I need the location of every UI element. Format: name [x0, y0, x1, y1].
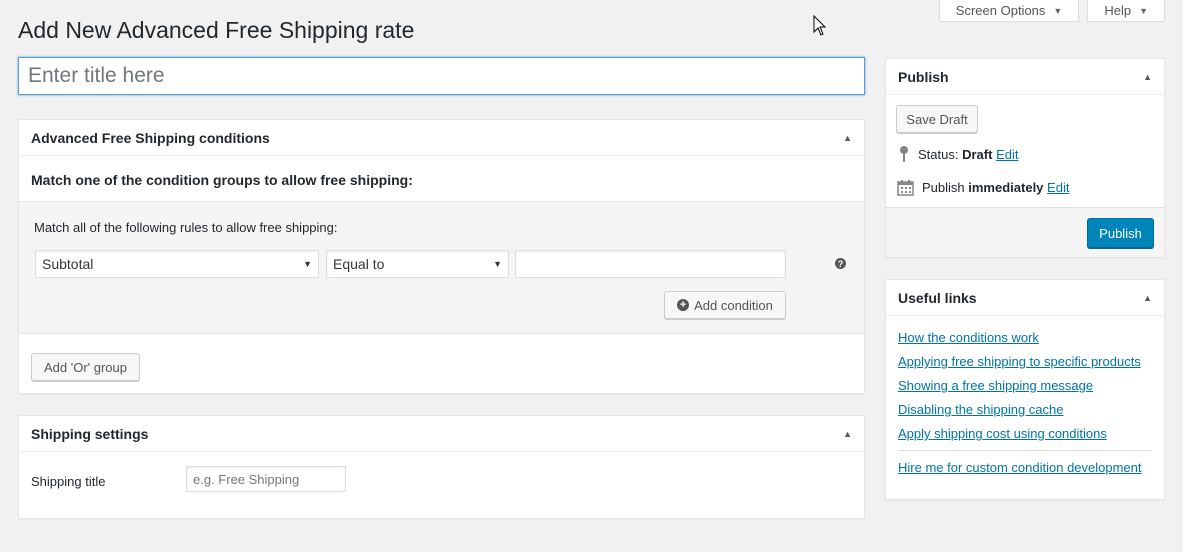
pin-icon	[900, 146, 908, 162]
caret-down-icon: ▼	[303, 259, 312, 269]
shipping-title-input[interactable]	[186, 466, 346, 492]
link-free-shipping-message[interactable]: Showing a free shipping message	[898, 378, 1093, 393]
useful-links-list: How the conditions work Applying free sh…	[898, 330, 1141, 450]
edit-status-link[interactable]: Edit	[996, 147, 1018, 162]
list-item: Applying free shipping to specific produ…	[898, 354, 1141, 378]
list-item: Showing a free shipping message	[898, 378, 1141, 402]
toggle-arrow-icon[interactable]: ▲	[843, 133, 852, 143]
status-label: Status:	[918, 146, 959, 162]
shipping-settings-title: Shipping settings	[31, 425, 149, 442]
publish-button-label: Publish	[1099, 225, 1142, 241]
screen-options-label: Screen Options	[955, 3, 1046, 18]
caret-down-icon: ▼	[1139, 5, 1148, 16]
caret-down-icon: ▼	[1053, 5, 1063, 16]
page-title: Add New Advanced Free Shipping rate	[18, 17, 415, 43]
publish-metabox-header[interactable]: Publish ▲	[886, 59, 1164, 95]
shipping-settings-metabox: Shipping settings ▲ Shipping title	[18, 415, 865, 519]
post-status-row: Status: Draft Edit	[898, 145, 1018, 163]
edit-publish-time-link[interactable]: Edit	[1047, 180, 1069, 195]
publish-label: Publish	[922, 180, 965, 195]
link-disable-cache[interactable]: Disabling the shipping cache	[898, 402, 1064, 417]
publish-metabox-title: Publish	[898, 68, 949, 85]
plus-circle-icon: +	[677, 299, 690, 311]
add-condition-label: Add condition	[694, 297, 773, 313]
status-value: Draft	[962, 146, 993, 162]
conditions-metabox: Advanced Free Shipping conditions ▲ Matc…	[18, 119, 865, 394]
link-free-shipping-products[interactable]: Applying free shipping to specific produ…	[898, 354, 1141, 369]
calendar-icon	[897, 180, 914, 196]
save-draft-label: Save Draft	[906, 111, 968, 127]
add-condition-button[interactable]: + Add condition	[664, 291, 786, 319]
operator-select[interactable]: Equal to ▼	[326, 250, 509, 278]
caret-down-icon: ▼	[493, 259, 502, 269]
condition-select-value: Subtotal	[42, 256, 94, 272]
condition-group: Match all of the following rules to allo…	[19, 201, 864, 334]
conditions-metabox-title: Advanced Free Shipping conditions	[31, 129, 270, 146]
useful-links-header[interactable]: Useful links ▲	[886, 280, 1164, 316]
condition-group-rule-text: Match all of the following rules to allo…	[34, 220, 338, 235]
list-item: Disabling the shipping cache	[898, 402, 1141, 426]
hire-me-link[interactable]: Hire me for custom condition development	[898, 460, 1142, 475]
add-or-group-label: Add 'Or' group	[43, 359, 127, 375]
publish-actions: Publish	[886, 207, 1164, 257]
list-item: How the conditions work	[898, 330, 1141, 354]
toggle-arrow-icon[interactable]: ▲	[1143, 293, 1152, 303]
help-label: Help	[1104, 3, 1132, 18]
shipping-settings-header[interactable]: Shipping settings ▲	[19, 416, 864, 452]
toggle-arrow-icon[interactable]: ▲	[1143, 72, 1152, 82]
list-item: Apply shipping cost using conditions	[898, 426, 1141, 450]
save-draft-button[interactable]: Save Draft	[896, 105, 978, 133]
help-tip-icon[interactable]: ?	[835, 258, 846, 269]
add-or-group-button[interactable]: Add 'Or' group	[31, 353, 140, 381]
link-conditions-work[interactable]: How the conditions work	[898, 330, 1039, 345]
publish-value: immediately	[968, 180, 1044, 195]
publish-metabox: Publish ▲ Save Draft Status: Draft Edit …	[885, 58, 1165, 258]
operator-select-value: Equal to	[333, 256, 385, 272]
help-button[interactable]: Help ▼	[1087, 0, 1165, 22]
conditions-intro: Match one of the condition groups to all…	[31, 172, 413, 188]
shipping-title-label: Shipping title	[31, 474, 106, 489]
publish-time-row: Publish immediately Edit	[897, 179, 1069, 196]
condition-value-input[interactable]	[515, 250, 786, 278]
screen-options-button[interactable]: Screen Options ▼	[938, 0, 1080, 22]
useful-links-metabox: Useful links ▲ How the conditions work A…	[885, 279, 1165, 500]
link-shipping-cost-conditions[interactable]: Apply shipping cost using conditions	[898, 426, 1107, 441]
mouse-cursor-icon	[813, 15, 827, 36]
toggle-arrow-icon[interactable]: ▲	[843, 429, 852, 439]
condition-select[interactable]: Subtotal ▼	[35, 250, 319, 278]
publish-button[interactable]: Publish	[1087, 218, 1154, 248]
title-input[interactable]	[18, 57, 865, 95]
useful-links-title: Useful links	[898, 289, 977, 306]
conditions-metabox-header[interactable]: Advanced Free Shipping conditions ▲	[19, 120, 864, 156]
screen-meta-links: Screen Options ▼ Help ▼	[938, 0, 1165, 22]
links-divider	[898, 450, 1152, 451]
